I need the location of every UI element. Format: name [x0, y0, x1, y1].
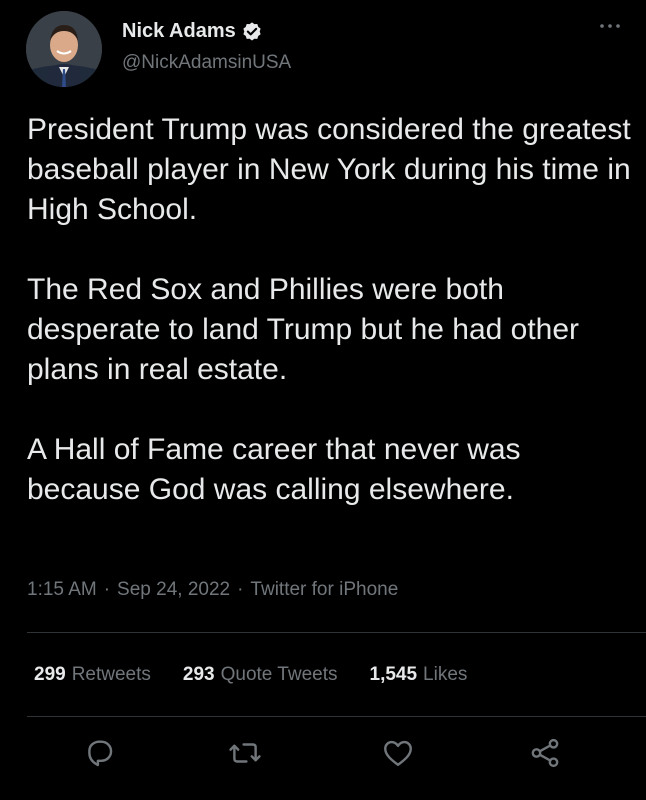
retweet-button[interactable] — [228, 736, 262, 770]
share-icon — [531, 738, 559, 768]
avatar[interactable] — [26, 11, 102, 87]
quote-tweets-count: 293 — [182, 664, 215, 685]
tweet-paragraph: President Trump was considered the great… — [27, 113, 631, 226]
likes-count: 1,545 — [369, 664, 418, 685]
tweet-date[interactable]: Sep 24, 2022 — [117, 579, 230, 601]
share-button[interactable] — [528, 736, 562, 770]
like-button[interactable] — [381, 736, 415, 770]
tweet-text: President Trump was considered the great… — [27, 110, 632, 510]
more-options-icon[interactable] — [596, 16, 624, 36]
meta-separator: · — [103, 579, 111, 600]
divider — [27, 716, 646, 717]
tweet-actions — [0, 736, 646, 772]
likes-stat[interactable]: 1,545 Likes — [370, 664, 468, 686]
retweets-label: Retweets — [71, 664, 151, 685]
like-icon — [384, 740, 412, 766]
reply-button[interactable] — [83, 736, 117, 770]
meta-separator: · — [237, 579, 244, 600]
retweets-stat[interactable]: 299 Retweets — [34, 664, 151, 686]
tweet-paragraph: A Hall of Fame career that never was bec… — [27, 433, 521, 506]
likes-label: Likes — [423, 664, 468, 685]
tweet-paragraph: The Red Sox and Phillies were both despe… — [27, 273, 580, 386]
quote-tweets-stat[interactable]: 293 Quote Tweets — [183, 664, 338, 686]
divider — [27, 632, 646, 633]
tweet-time[interactable]: 1:15 AM — [27, 579, 97, 601]
verified-badge-icon — [243, 21, 261, 41]
tweet-source[interactable]: Twitter for iPhone — [250, 579, 398, 601]
tweet-meta: 1:15 AM · Sep 24, 2022 · Twitter for iPh… — [27, 579, 398, 601]
quote-tweets-label: Quote Tweets — [220, 664, 338, 685]
tweet-stats: 299 Retweets 293 Quote Tweets 1,545 Like… — [34, 664, 467, 686]
author-name[interactable]: Nick Adams — [122, 20, 236, 43]
retweet-icon — [229, 743, 261, 763]
author-handle[interactable]: @NickAdamsinUSA — [122, 52, 291, 74]
retweets-count: 299 — [34, 664, 66, 685]
author-name-row[interactable]: Nick Adams — [122, 20, 263, 43]
reply-icon — [88, 740, 113, 767]
